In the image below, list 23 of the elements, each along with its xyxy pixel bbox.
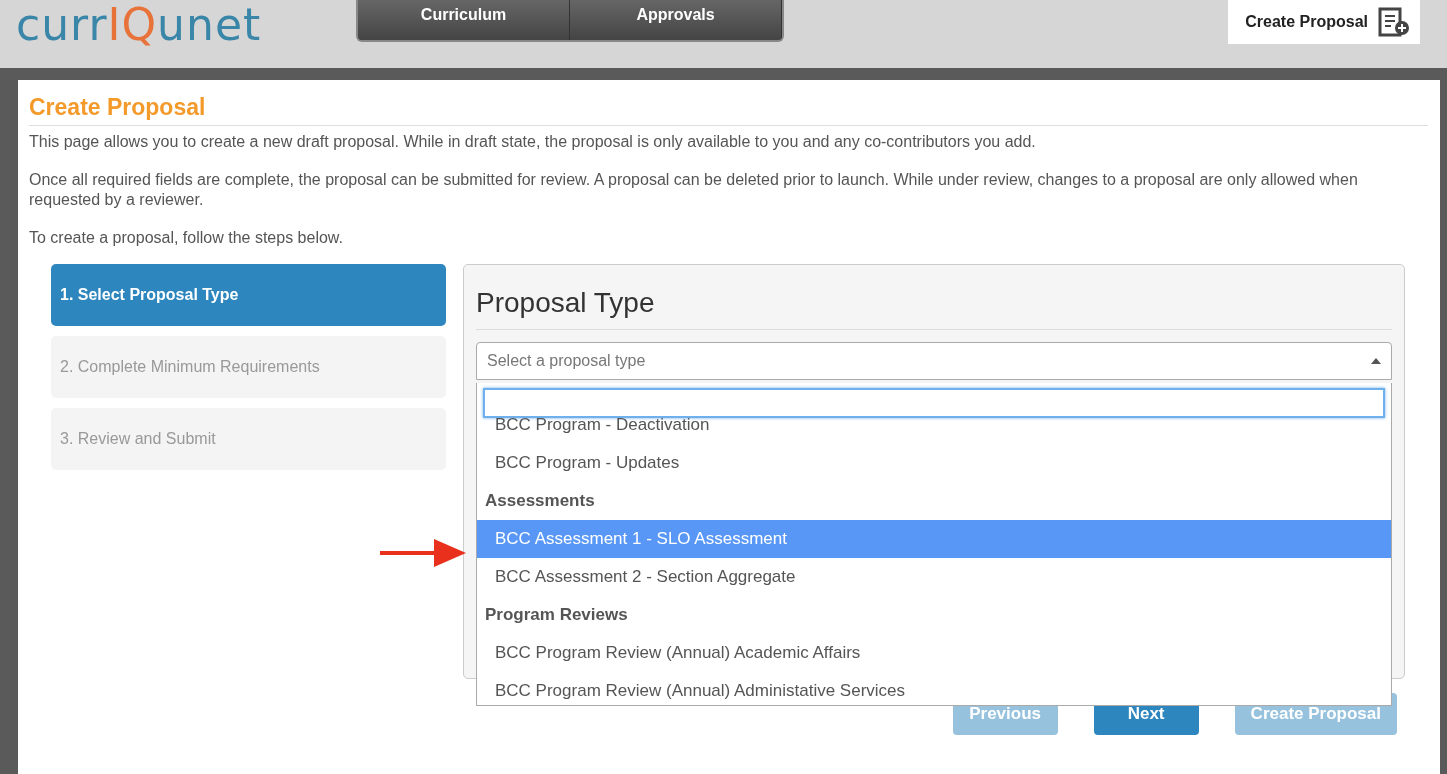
description-text: To create a proposal, follow the steps below.: [29, 228, 344, 248]
logo-letters: Q: [121, 0, 158, 50]
create-proposal-button[interactable]: Create Proposal: [1228, 0, 1420, 44]
document-plus-icon: [1378, 7, 1410, 37]
dropdown-option[interactable]: BCC Program - Updates: [477, 444, 1391, 482]
logo-letters: unet: [157, 0, 262, 50]
dropdown-option[interactable]: BCC Program Review (Annual) Academic Affairs: [477, 634, 1391, 672]
option-group-label: Program Reviews: [484, 604, 629, 626]
nav-tab[interactable]: Approvals: [570, 0, 782, 40]
description-text: Once all required fields are complete, the proposal can be submitted for review. A proposal can be deleted prior to launch. While under review, changes to a proposal are only allowed when requested by a reviewer.: [29, 170, 1359, 210]
logo-letters: curr: [16, 0, 108, 50]
proposal-type-select[interactable]: Select a proposal type: [476, 342, 1392, 380]
logo-letters: I: [107, 0, 122, 50]
option-group-label: Assessments: [484, 490, 596, 512]
search-field[interactable]: [483, 388, 1385, 418]
dropdown-option[interactable]: BCC Assessment 2 - Section Aggregate: [477, 558, 1391, 596]
step-item[interactable]: 1. Select Proposal Type: [51, 264, 446, 326]
dropdown-option[interactable]: BCC Program - Deactivation: [477, 418, 1391, 444]
nav-tab[interactable]: Curriculum: [358, 0, 570, 40]
description-text: This page allows you to create a new draft proposal. While in draft state, the proposal is only available to you and any co-contributors you add.: [29, 132, 1037, 152]
page-title: Create Proposal: [29, 94, 1428, 126]
card-heading: Proposal Type: [476, 287, 1392, 330]
caret-icon: [1371, 358, 1381, 364]
